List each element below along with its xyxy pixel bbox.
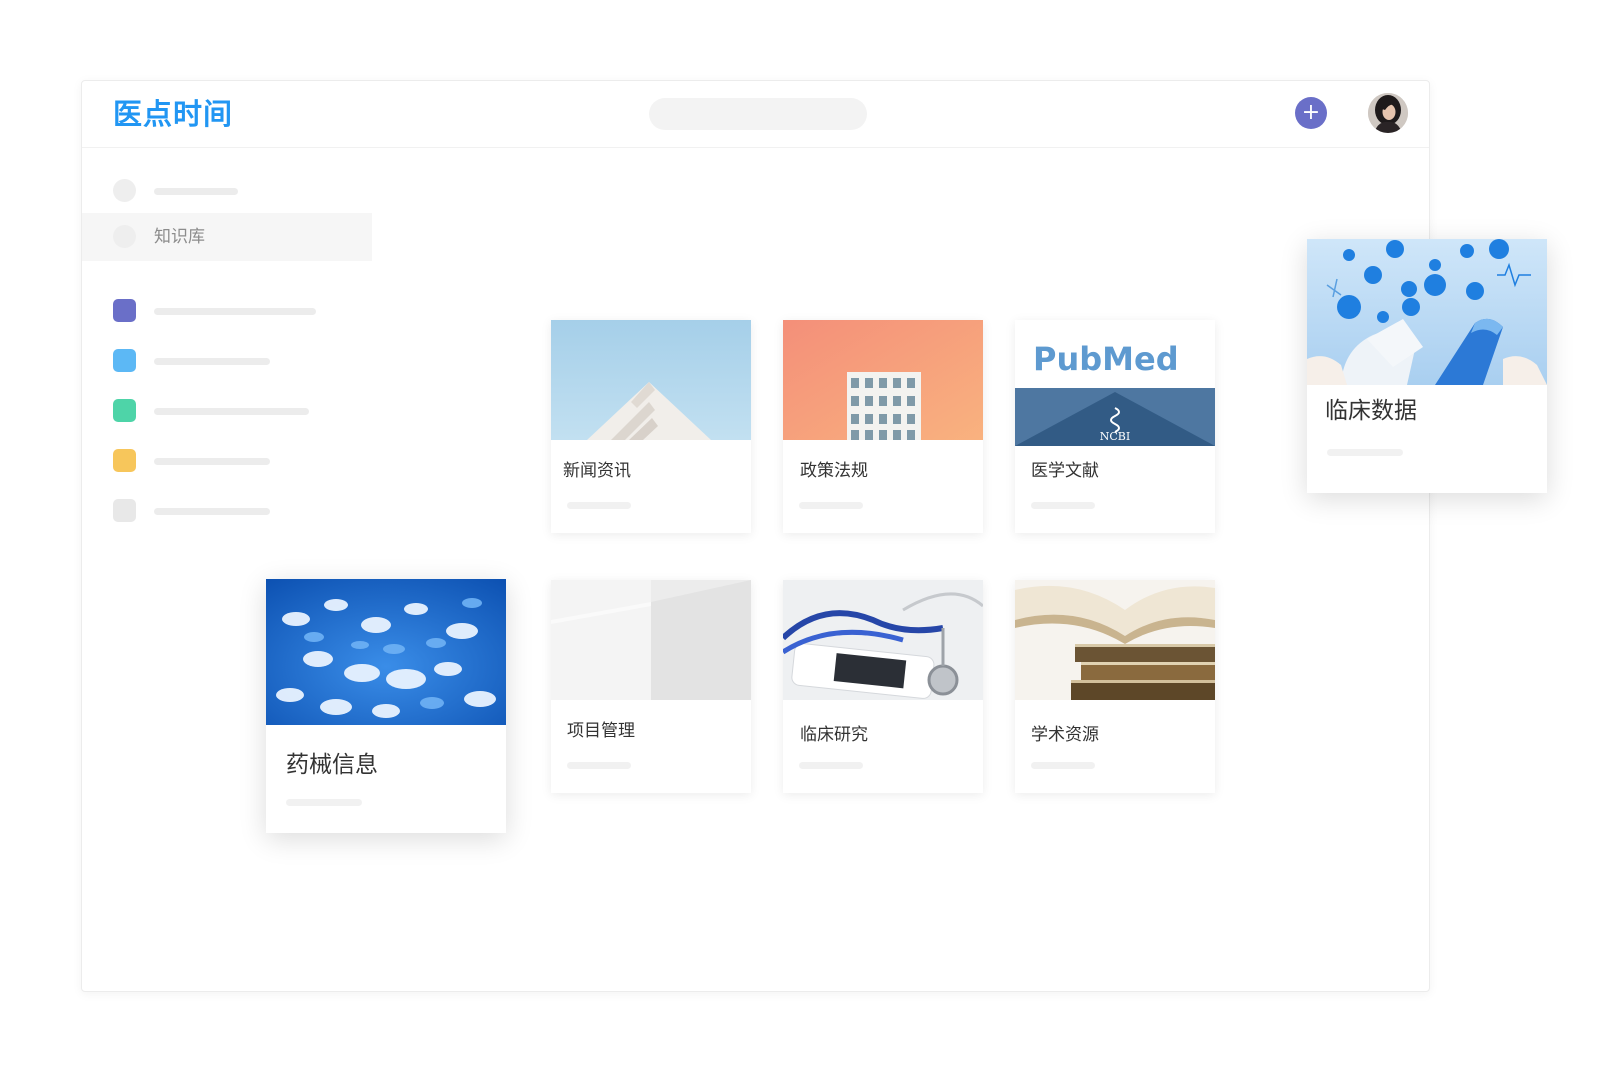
sidebar-item-label: 知识库 [154, 227, 205, 247]
card-medical-literature[interactable]: PubMed NCBI 医学文献 [1015, 320, 1215, 533]
category-color-icon [113, 499, 136, 522]
card-title: 学术资源 [1031, 725, 1099, 745]
placeholder-line [154, 408, 309, 415]
card-title: 临床数据 [1325, 398, 1417, 424]
sidebar-category-1[interactable] [82, 287, 372, 335]
placeholder-icon [113, 225, 136, 248]
sidebar-item-knowledge-base[interactable]: 知识库 [82, 213, 372, 261]
header: 医点时间 + [82, 81, 1429, 148]
card-title: 项目管理 [567, 721, 635, 741]
category-color-icon [113, 449, 136, 472]
card-title: 政策法规 [800, 461, 868, 481]
card-image [783, 580, 983, 700]
card-policy[interactable]: 政策法规 [783, 320, 983, 533]
card-title: 新闻资讯 [563, 461, 631, 481]
card-image [551, 320, 751, 440]
sidebar-category-2[interactable] [82, 337, 372, 385]
add-button[interactable]: + [1295, 97, 1327, 129]
card-title: 临床研究 [800, 725, 868, 745]
card-drug-device-info[interactable]: 药械信息 [266, 579, 506, 833]
placeholder-icon [113, 179, 136, 202]
card-clinical-research[interactable]: 临床研究 [783, 580, 983, 793]
app-window: 医点时间 + 知识库 [81, 80, 1430, 992]
placeholder-line [154, 358, 270, 365]
placeholder-line [567, 502, 631, 509]
card-news[interactable]: 新闻资讯 [551, 320, 751, 533]
card-image: PubMed NCBI [1015, 320, 1215, 446]
card-project-management[interactable]: 项目管理 [551, 580, 751, 793]
sidebar-category-3[interactable] [82, 387, 372, 435]
placeholder-line [154, 458, 270, 465]
placeholder-line [799, 502, 863, 509]
avatar-image [1368, 93, 1408, 133]
avatar[interactable] [1368, 93, 1408, 133]
category-color-icon [113, 399, 136, 422]
card-academic-resources[interactable]: 学术资源 [1015, 580, 1215, 793]
card-image [1307, 239, 1547, 385]
card-image [783, 320, 983, 440]
category-color-icon [113, 299, 136, 322]
card-image [1015, 580, 1215, 700]
app-logo[interactable]: 医点时间 [113, 97, 233, 132]
ncbi-logo-text: NCBI [1100, 430, 1130, 443]
placeholder-line [1031, 502, 1095, 509]
placeholder-line [567, 762, 631, 769]
card-image [551, 580, 751, 700]
card-title: 药械信息 [286, 752, 378, 778]
sidebar-item-placeholder[interactable] [82, 167, 372, 215]
placeholder-line [799, 762, 863, 769]
sidebar-category-5[interactable] [82, 487, 372, 535]
search-input[interactable] [649, 98, 867, 130]
placeholder-line [286, 799, 362, 806]
placeholder-line [1031, 762, 1095, 769]
card-title: 医学文献 [1031, 461, 1099, 481]
card-image [266, 579, 506, 725]
placeholder-line [154, 508, 270, 515]
placeholder-line [154, 188, 238, 195]
placeholder-line [1327, 449, 1403, 456]
placeholder-line [154, 308, 316, 315]
category-color-icon [113, 349, 136, 372]
pubmed-logo-text: PubMed [1033, 340, 1179, 378]
card-clinical-data[interactable]: 临床数据 [1307, 239, 1547, 493]
sidebar-category-4[interactable] [82, 437, 372, 485]
